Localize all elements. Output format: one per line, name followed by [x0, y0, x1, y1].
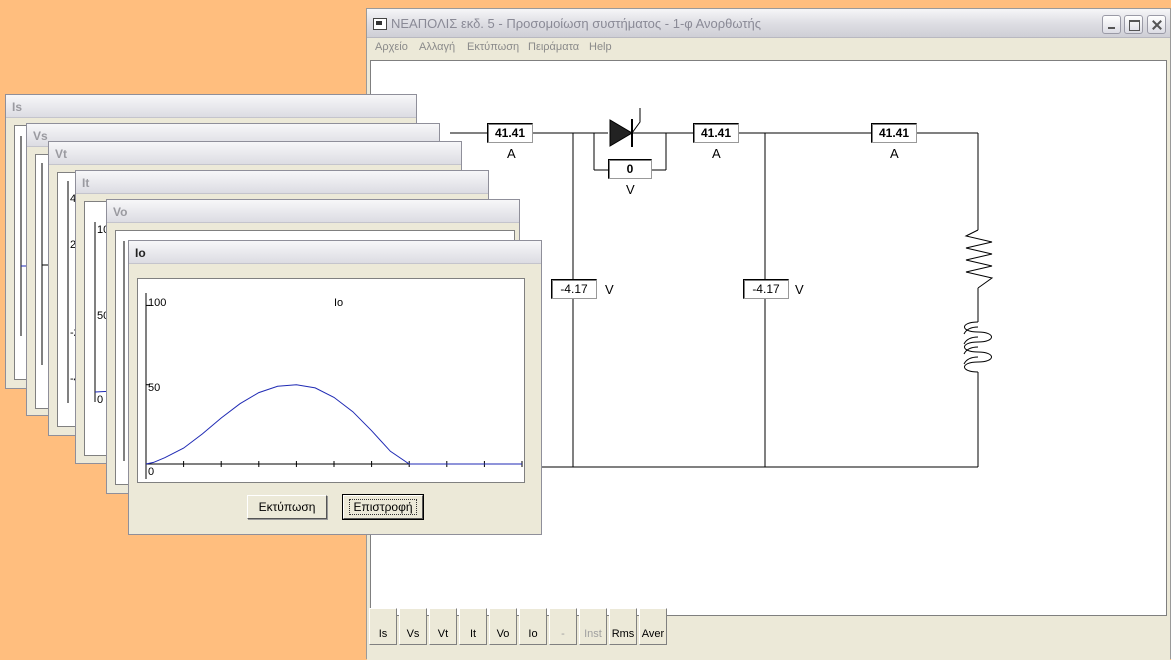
thyristor-current-meter: 41.41 [693, 123, 739, 143]
toolbar-button-vt[interactable]: Vt [429, 608, 457, 645]
io-ylabel-50: 50 [148, 382, 161, 394]
input-voltage-unit: V [605, 282, 614, 297]
load-current-unit: A [890, 146, 899, 161]
graph-title-bar-is[interactable]: Is [6, 95, 416, 118]
thyristor-voltage-meter: 0 [608, 159, 652, 179]
toolbar-button-inst[interactable]: Inst [579, 608, 607, 645]
thyristor-voltage-unit: V [626, 182, 635, 197]
io-plot-label: Io [334, 297, 344, 309]
graph-title-is: Is [12, 100, 23, 114]
io-chart [145, 293, 523, 479]
toolbar-button-is[interactable]: Is [369, 608, 397, 645]
io-plot-area: 100 50 0 Io [137, 278, 525, 483]
output-voltage-meter: -4.17 [743, 279, 789, 299]
thyristor-symbol [609, 119, 633, 147]
io-ylabel-0: 0 [148, 466, 155, 478]
load-current-meter: 41.41 [871, 123, 917, 143]
graph-window-io[interactable]: Io 100 50 0 Io Εκτύπωση Επιστροφή [128, 240, 542, 535]
graph-title-bar-vt[interactable]: Vt [49, 142, 461, 165]
io-ylabel-100: 100 [148, 297, 167, 309]
graph-title-vt: Vt [55, 147, 67, 161]
input-current-unit: A [507, 146, 516, 161]
graph-title-bar-io[interactable]: Io [129, 241, 541, 264]
toolbar-button-vs[interactable]: Vs [399, 608, 427, 645]
graph-title-bar-it[interactable]: It [76, 171, 488, 194]
graph-title-io: Io [135, 246, 146, 260]
toolbar-button-io[interactable]: Io [519, 608, 547, 645]
io-series-line [145, 384, 522, 465]
toolbar-button-it[interactable]: It [459, 608, 487, 645]
print-button[interactable]: Εκτύπωση [247, 495, 327, 519]
toolbar-button-dash[interactable]: - [549, 608, 577, 645]
thyristor-current-unit: A [712, 146, 721, 161]
output-voltage-unit: V [795, 282, 804, 297]
it-ylabel-3: 0 [97, 394, 104, 406]
toolbar-button-rms[interactable]: Rms [609, 608, 637, 645]
toolbar-button-vo[interactable]: Vo [489, 608, 517, 645]
graph-title-vo: Vo [113, 205, 128, 219]
graph-title-vs: Vs [33, 129, 48, 143]
graph-title-bar-vo[interactable]: Vo [107, 200, 519, 223]
graph-title-it: It [82, 176, 90, 190]
toolbar-button-aver[interactable]: Aver [639, 608, 667, 645]
input-voltage-meter: -4.17 [551, 279, 597, 299]
back-button[interactable]: Επιστροφή [342, 494, 424, 520]
input-current-meter: 41.41 [487, 123, 533, 143]
